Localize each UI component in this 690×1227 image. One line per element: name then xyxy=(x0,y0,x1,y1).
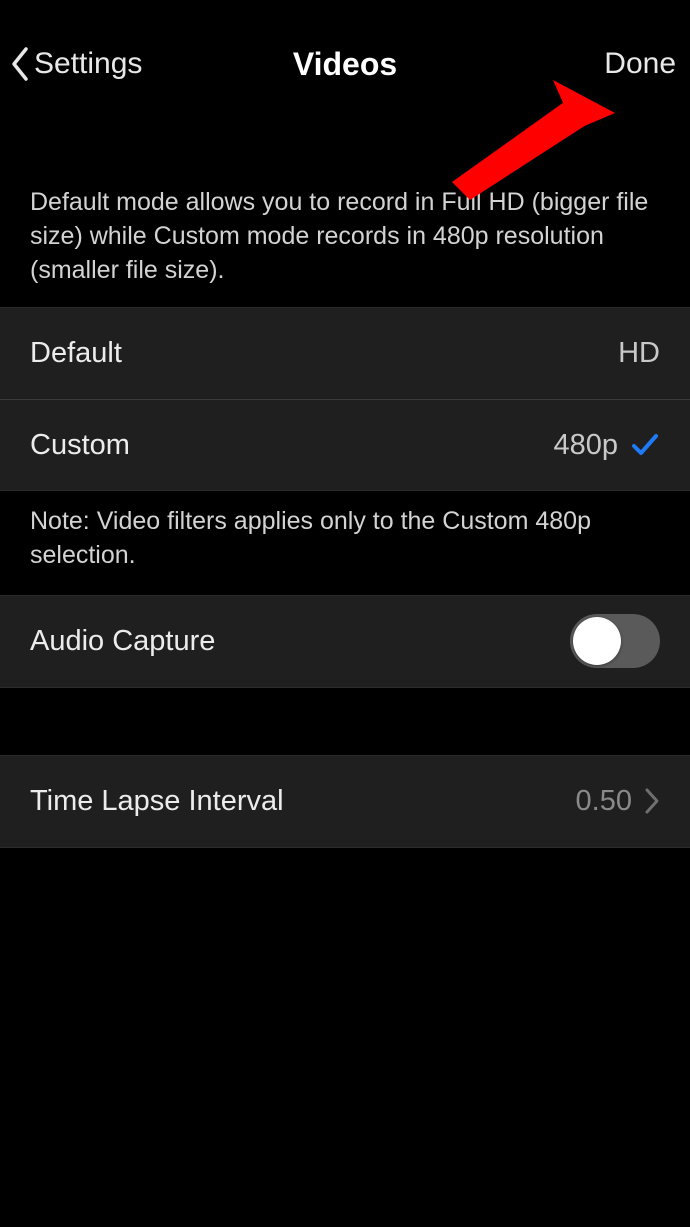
audio-capture-toggle[interactable] xyxy=(570,614,660,668)
row-label: Time Lapse Interval xyxy=(30,785,284,818)
row-right: HD xyxy=(618,337,660,370)
done-button[interactable]: Done xyxy=(604,47,676,81)
row-value: 0.50 xyxy=(576,785,632,818)
back-label: Settings xyxy=(34,47,142,81)
timelapse-group: Time Lapse Interval 0.50 xyxy=(0,755,690,848)
row-timelapse-interval[interactable]: Time Lapse Interval 0.50 xyxy=(0,756,690,847)
chevron-left-icon xyxy=(10,46,34,82)
row-right: 0.50 xyxy=(576,785,660,818)
row-value: HD xyxy=(618,337,660,370)
section-gap xyxy=(0,688,690,755)
mode-group: Default HD Custom 480p xyxy=(0,307,690,491)
toggle-knob xyxy=(573,617,621,665)
chevron-right-icon xyxy=(644,787,660,815)
row-label: Audio Capture xyxy=(30,625,215,658)
row-value: 480p xyxy=(553,429,618,462)
row-right: 480p xyxy=(553,429,660,462)
row-custom[interactable]: Custom 480p xyxy=(0,399,690,490)
page-title: Videos xyxy=(293,46,397,83)
check-icon xyxy=(630,430,660,460)
row-default[interactable]: Default HD xyxy=(0,308,690,399)
back-button[interactable]: Settings xyxy=(10,46,142,82)
row-label: Default xyxy=(30,337,122,370)
audio-group: Audio Capture xyxy=(0,595,690,688)
row-label: Custom xyxy=(30,429,130,462)
row-audio-capture[interactable]: Audio Capture xyxy=(0,596,690,687)
nav-bar: Settings Videos Done xyxy=(0,0,690,128)
mode-section-footer: Note: Video filters applies only to the … xyxy=(0,491,690,595)
mode-section-header: Default mode allows you to record in Ful… xyxy=(0,128,690,307)
